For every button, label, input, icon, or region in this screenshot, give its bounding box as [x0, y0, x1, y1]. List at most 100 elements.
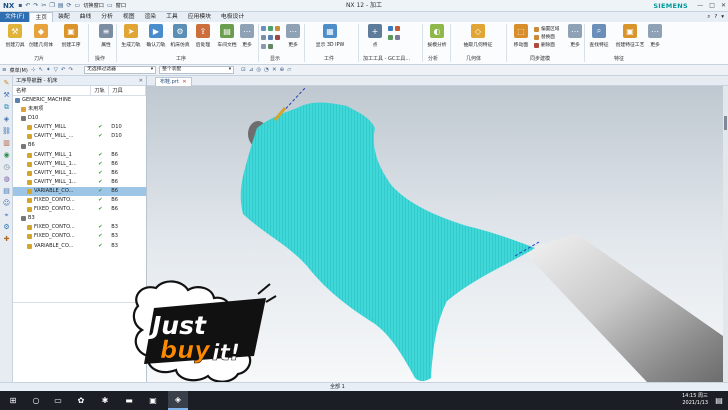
nx-taskbar-icon[interactable]: ◈ [168, 391, 188, 410]
app-icon-1[interactable]: ✿ [72, 391, 90, 410]
machine-navigator-icon[interactable]: ⚙ [2, 223, 11, 232]
close-button[interactable]: ✕ [721, 0, 726, 12]
cam-feature-icon[interactable]: ⌖ [2, 211, 11, 220]
display-small-row-2[interactable] [261, 35, 280, 40]
table-row[interactable]: D10 [13, 114, 146, 123]
windows-start-icon[interactable]: ⊞ [4, 391, 22, 410]
switch-window-button[interactable]: 切换窗口 [83, 2, 104, 9]
draft-analysis-button[interactable]: ◐ 拔模分析 [424, 24, 450, 48]
visualization-icon[interactable]: ✚ [2, 235, 11, 244]
assembly-navigator-icon[interactable]: ⧉ [2, 103, 11, 112]
more-button-4[interactable]: ⋯ 更多 [642, 24, 668, 48]
table-row[interactable]: B3 [13, 214, 146, 223]
delete-face-button[interactable]: 删除面 [534, 42, 555, 48]
cut-icon[interactable]: ✂ [41, 2, 46, 9]
history-icon[interactable]: ◷ [2, 163, 11, 172]
app-icon-3[interactable]: ▣ [144, 391, 162, 410]
create-tool-button[interactable]: ⚒ 创建刀具 [2, 24, 28, 48]
snap-center-icon[interactable]: ◎ [256, 67, 261, 73]
redo-icon[interactable]: ↷ [69, 67, 74, 73]
table-row[interactable]: GENERIC_MACHINE [13, 96, 146, 105]
create-geometry-button[interactable]: ◆ 创建几何体 [28, 24, 54, 48]
filter-icon[interactable]: ▽ [54, 67, 58, 73]
extract-geometry-button[interactable]: ◇ 抽取几何特征 [456, 24, 500, 48]
snap-midpoint-icon[interactable]: ⊿ [249, 67, 254, 73]
reuse-library-icon[interactable]: ▥ [2, 139, 11, 148]
table-row[interactable]: FIXED_CONTO... ✔ B3 [13, 232, 146, 241]
replace-face-button[interactable]: 替换面 [534, 34, 555, 40]
table-row[interactable]: CAVITY_MILL_... ✔ D10 [13, 132, 146, 141]
close-icon[interactable]: ✕ [182, 79, 186, 85]
point-button[interactable]: + 点 [362, 24, 388, 48]
tab-file[interactable]: 文件(F) [0, 12, 30, 22]
table-row[interactable]: FIXED_CONTO... ✔ B6 [13, 205, 146, 214]
file-explorer-icon[interactable]: ▬ [120, 391, 138, 410]
snap-quadrant-icon[interactable]: ◔ [264, 67, 269, 73]
redo-icon[interactable]: ↷ [33, 2, 38, 9]
paste-icon[interactable]: ▤ [58, 2, 64, 9]
repeat-icon[interactable]: ⟳ [67, 2, 72, 9]
undo-icon[interactable]: ↶ [25, 2, 30, 9]
viewport-scrollbar[interactable] [723, 86, 728, 382]
tab-view[interactable]: 视图 [118, 12, 140, 22]
table-row[interactable]: CAVITY_MILL_1... ✔ B6 [13, 178, 146, 187]
snap-face-icon[interactable]: ▱ [287, 67, 291, 73]
create-operation-button[interactable]: ▣ 创建工序 [58, 24, 84, 48]
close-icon[interactable]: ✕ [139, 76, 143, 85]
undo-icon[interactable]: ↶ [61, 67, 66, 73]
snap-endpoint-icon[interactable]: ⊡ [241, 67, 246, 73]
minimize-button[interactable]: — [697, 0, 703, 12]
table-row[interactable]: CAVITY_MILL_1... ✔ B6 [13, 169, 146, 178]
system-material-icon[interactable]: ◍ [2, 175, 11, 184]
tool-navigator-icon[interactable]: ⚒ [2, 91, 11, 100]
select-icon[interactable]: ↖ [38, 67, 43, 73]
generate-path-button[interactable]: ➤ 生成刀轨 [118, 24, 144, 48]
tab-home[interactable]: 主页 [29, 12, 54, 22]
table-row[interactable]: CAVITY_MILL_1... ✔ B6 [13, 160, 146, 169]
roles-icon[interactable]: ☺ [2, 199, 11, 208]
column-name[interactable]: 名称 [13, 86, 92, 95]
table-row[interactable]: FIXED_CONTO... ✔ B6 [13, 196, 146, 205]
tab-tools[interactable]: 工具 [161, 12, 183, 22]
search-icon[interactable]: ○ [28, 391, 44, 410]
system-clock[interactable]: 14:15 周三 2021/1/13 [682, 393, 708, 407]
type-filter-select[interactable]: 无选择过滤器 ▾ [84, 66, 157, 74]
table-row[interactable]: CAVITY_MILL_1 ✔ B6 [13, 151, 146, 160]
operation-navigator-icon[interactable]: ✎ [2, 79, 11, 88]
confirm-path-button[interactable]: ▶ 确认刀轨 [143, 24, 169, 48]
table-row[interactable]: VARIABLE_CO... ✔ B3 [13, 242, 146, 251]
help-icon[interactable]: ? [714, 12, 717, 22]
tab-analysis[interactable]: 分析 [96, 12, 118, 22]
maximize-button[interactable]: □ [709, 0, 715, 12]
copy-icon[interactable]: ❐ [49, 2, 54, 9]
constraint-navigator-icon[interactable]: ⛓ [2, 127, 11, 136]
display-3d-ipw-button[interactable]: ▦ 显示 3D IPW [306, 24, 354, 48]
process-studio-icon[interactable]: ▤ [2, 187, 11, 196]
snap-point-icon[interactable]: ✦ [46, 67, 51, 73]
tab-curve[interactable]: 曲线 [75, 12, 97, 22]
tab-part-file[interactable]: 布鞋.prt ✕ [155, 77, 192, 86]
scroll-thumb[interactable] [724, 116, 727, 130]
tab-application[interactable]: 应用模块 [183, 12, 216, 22]
offset-region-button[interactable]: 偏置区域 [534, 26, 559, 32]
tab-render[interactable]: 渲染 [140, 12, 162, 22]
tab-electrode[interactable]: 电极设计 [216, 12, 249, 22]
window-menu-button[interactable]: 窗口 [116, 2, 126, 9]
tab-assembly[interactable]: 装配 [53, 12, 75, 22]
column-tool[interactable]: 刀具 [109, 86, 147, 95]
move-face-button[interactable]: ⬚ 移动面 [508, 24, 534, 48]
find-feature-button[interactable]: ⌕ 查找特征 [586, 24, 612, 48]
snap-icon[interactable]: ⊹ [31, 67, 36, 73]
notification-icon[interactable]: ▤ [712, 391, 726, 410]
save-icon[interactable]: ▪ [18, 2, 22, 9]
display-small-row-1[interactable] [261, 26, 280, 31]
web-browser-icon[interactable]: ◉ [2, 151, 11, 160]
display-small-row-3[interactable] [261, 44, 273, 49]
snap-intersect-icon[interactable]: ✕ [272, 67, 277, 73]
table-row[interactable]: CAVITY_MILL ✔ D10 [13, 123, 146, 132]
column-path[interactable]: 刀轨 [91, 86, 110, 95]
table-row[interactable]: FIXED_CONTO... ✔ B3 [13, 223, 146, 232]
tool-small-row-1[interactable] [388, 26, 400, 31]
table-row[interactable]: VARIABLE_CO... ✔ B6 [13, 186, 146, 197]
app-icon-2[interactable]: ✱ [96, 391, 114, 410]
